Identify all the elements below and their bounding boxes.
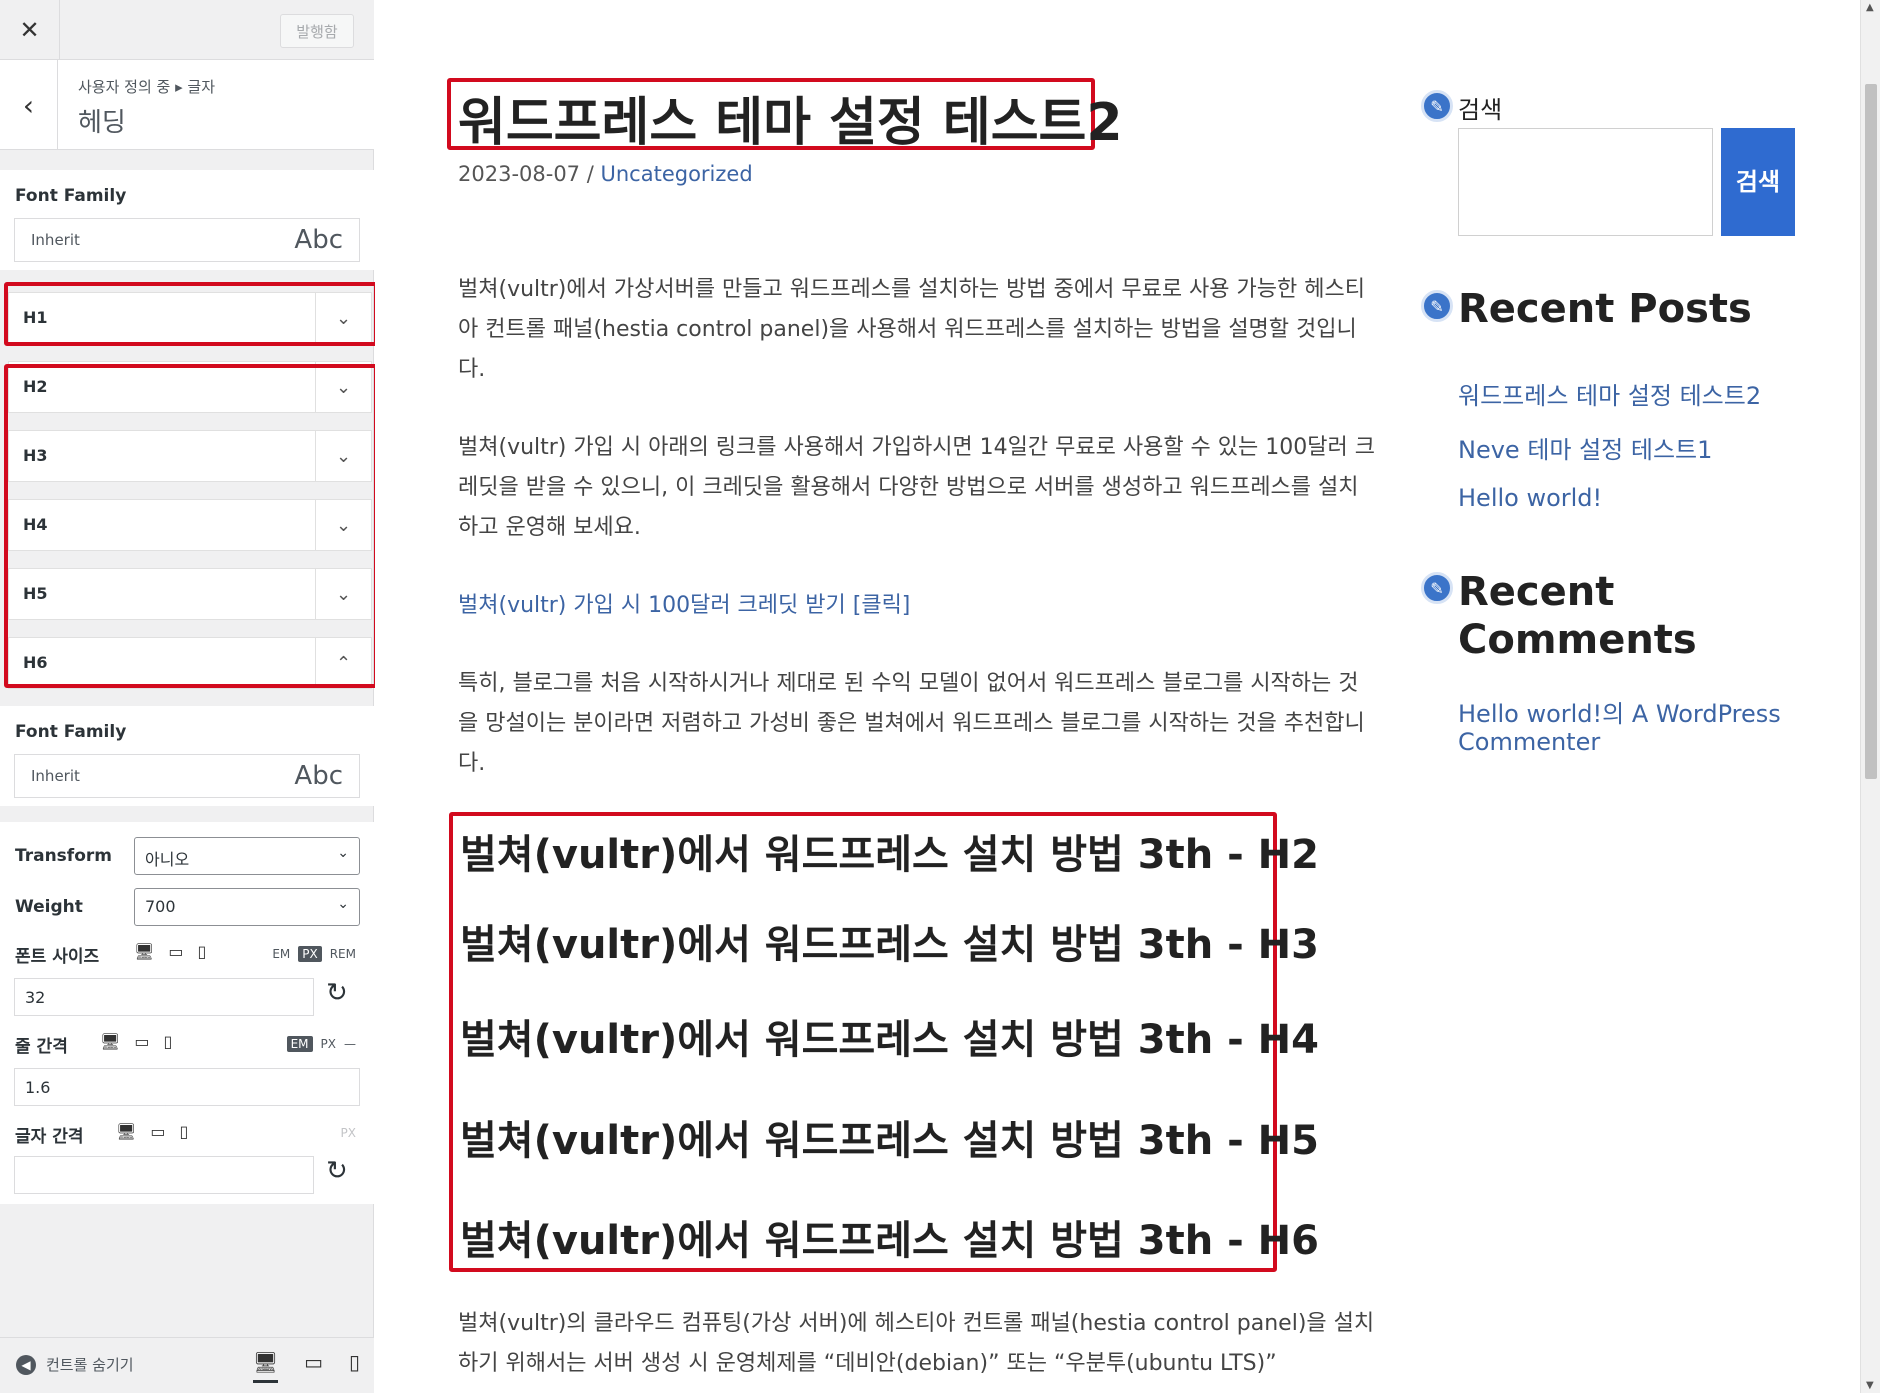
section-title: 헤딩 (78, 108, 126, 138)
collapse-icon: ◀ (16, 1354, 36, 1375)
preview-scrollbar[interactable]: ▲ ▼ (1860, 0, 1880, 1393)
hide-controls-button[interactable]: ◀ 컨트롤 숨기기 (16, 1354, 134, 1375)
heading-h4: 벌쳐(vultr)에서 워드프레스 설치 방법 3th - H4 (460, 1017, 1319, 1063)
chevron-down-icon: ⌄ (337, 896, 349, 912)
pencil-icon[interactable]: ✎ (1421, 90, 1453, 122)
font-size-input[interactable]: 32 (14, 978, 314, 1016)
mobile-icon[interactable]: ▯ (197, 942, 206, 961)
mobile-icon[interactable]: ▯ (163, 1032, 172, 1051)
weight-select[interactable]: 700 ⌄ (134, 888, 360, 926)
scroll-up-icon[interactable]: ▲ (1866, 2, 1874, 13)
hide-controls-label: 컨트롤 숨기기 (46, 1356, 134, 1374)
heading-h2: 벌쳐(vultr)에서 워드프레스 설치 방법 3th - H2 (460, 832, 1319, 878)
search-widget-title: 검색 (1458, 96, 1503, 124)
search-button[interactable]: 검색 (1721, 128, 1795, 236)
breadcrumb: 사용자 정의 중 ▸ 글자 (78, 78, 216, 96)
customizer-footer: ◀ 컨트롤 숨기기 🖥 ▭ ▯ (0, 1337, 374, 1393)
signup-link[interactable]: 벌쳐(vultr) 가입 시 100달러 크레딧 받기 [클릭] (458, 586, 1378, 626)
scroll-down-icon[interactable]: ▼ (1866, 1380, 1874, 1391)
pencil-icon[interactable]: ✎ (1421, 572, 1453, 604)
font-family-label: Font Family (15, 186, 127, 206)
section-header: ‹ 사용자 정의 중 ▸ 글자 헤딩 (0, 60, 374, 150)
recent-post-link[interactable]: Hello world! (1458, 484, 1602, 512)
transform-label: Transform (15, 846, 112, 866)
pencil-icon[interactable]: ✎ (1421, 290, 1453, 322)
paragraph: 벌쳐(vultr)의 클라우드 컴퓨팅(가상 서버)에 헤스티아 컨트롤 패널(… (458, 1311, 1375, 1376)
tablet-icon[interactable]: ▭ (304, 1350, 323, 1383)
post-category-link[interactable]: Uncategorized (601, 162, 753, 186)
unit-em[interactable]: EM (272, 947, 290, 961)
post-title: 워드프레스 테마 설정 테스트2 (458, 93, 1123, 153)
preview-device-switcher: 🖥 ▭ ▯ (252, 1350, 360, 1383)
post-date: 2023-08-07 (458, 162, 581, 186)
font-size-units: EM PX REM (272, 946, 356, 962)
font-family-select[interactable]: Inherit Abc (14, 218, 360, 262)
highlight-box-h1 (4, 282, 378, 346)
unit-em[interactable]: EM (286, 1036, 313, 1052)
weight-value: 700 (145, 897, 176, 916)
font-size-label: 폰트 사이즈 (15, 947, 100, 967)
transform-select[interactable]: 아니오 ⌄ (134, 837, 360, 875)
heading-h6: 벌쳐(vultr)에서 워드프레스 설치 방법 3th - H6 (460, 1218, 1319, 1264)
font-size-devices: 🖥 ▭ ▯ (134, 942, 206, 961)
font-family-value: Inherit (31, 767, 80, 785)
desktop-icon[interactable]: 🖥 (252, 1350, 279, 1383)
line-height-units: EM PX — (286, 1036, 356, 1052)
meta-separator: / (586, 162, 594, 186)
font-family-value: Inherit (31, 231, 80, 249)
font-family-panel-2: Font Family Inherit Abc (0, 706, 374, 806)
recent-post-link[interactable]: 워드프레스 테마 설정 테스트2 (1458, 376, 1761, 411)
line-height-devices: 🖥 ▭ ▯ (100, 1032, 172, 1051)
weight-label: Weight (15, 897, 83, 917)
scrollbar-thumb[interactable] (1865, 84, 1877, 779)
letter-spacing-input[interactable] (14, 1156, 314, 1194)
line-height-label: 줄 간격 (15, 1037, 68, 1057)
heading-h5: 벌쳐(vultr)에서 워드프레스 설치 방법 3th - H5 (460, 1118, 1319, 1164)
site-preview: 워드프레스 테마 설정 테스트2 2023-08-07 / Uncategori… (375, 0, 1880, 1393)
mobile-icon[interactable]: ▯ (179, 1122, 188, 1141)
close-icon[interactable]: ✕ (0, 0, 60, 60)
unit-rem[interactable]: REM (330, 947, 356, 961)
unit-dash: — (344, 1037, 356, 1051)
publish-button[interactable]: 발행함 (280, 14, 354, 48)
chevron-down-icon: ⌄ (337, 845, 349, 861)
font-preview: Abc (294, 761, 343, 791)
font-family-panel: Font Family Inherit Abc (0, 170, 374, 270)
letter-spacing-devices: 🖥 ▭ ▯ (116, 1122, 188, 1141)
desktop-icon[interactable]: 🖥 (134, 942, 154, 961)
recent-comment-link[interactable]: Hello world!의 A WordPress Commenter (1458, 700, 1788, 756)
paragraph: 특히, 블로그를 처음 시작하시거나 제대로 된 수익 모델이 없어서 워드프레… (458, 671, 1365, 776)
desktop-icon[interactable]: 🖥 (100, 1032, 120, 1051)
letter-spacing-units: PX (341, 1126, 356, 1140)
unit-px[interactable]: PX (298, 946, 322, 962)
tablet-icon[interactable]: ▭ (150, 1122, 165, 1141)
tablet-icon[interactable]: ▭ (134, 1032, 149, 1051)
search-input[interactable] (1458, 128, 1713, 236)
paragraph: 벌쳐(vultr) 가입 시 아래의 링크를 사용해서 가입하시면 14일간 무… (458, 435, 1375, 540)
line-height-input[interactable]: 1.6 (14, 1068, 360, 1106)
recent-comments-title: Recent Comments (1458, 569, 1697, 663)
unit-px: PX (340, 1126, 356, 1140)
customizer-sidebar: ✕ 발행함 ‹ 사용자 정의 중 ▸ 글자 헤딩 Font Family Inh… (0, 0, 378, 1393)
recent-post-link[interactable]: Neve 테마 설정 테스트1 (1458, 430, 1712, 465)
letter-spacing-label: 글자 간격 (15, 1127, 84, 1147)
heading-h3: 벌쳐(vultr)에서 워드프레스 설치 방법 3th - H3 (460, 922, 1319, 968)
recent-posts-title: Recent Posts (1458, 286, 1752, 332)
reset-icon[interactable]: ↻ (326, 978, 348, 1008)
font-preview: Abc (294, 225, 343, 255)
paragraph: 벌쳐(vultr)에서 가상서버를 만들고 워드프레스를 설치하는 방법 중에서… (458, 277, 1365, 382)
unit-px[interactable]: PX (321, 1037, 336, 1051)
customizer-header: ✕ 발행함 (0, 0, 374, 60)
highlight-box-h2-h6 (4, 364, 378, 688)
typography-controls: Transform 아니오 ⌄ Weight 700 ⌄ 폰트 사이즈 🖥 ▭ … (0, 822, 374, 1204)
font-family-label: Font Family (15, 722, 127, 742)
tablet-icon[interactable]: ▭ (168, 942, 183, 961)
transform-value: 아니오 (145, 850, 190, 869)
desktop-icon[interactable]: 🖥 (116, 1122, 136, 1141)
back-icon[interactable]: ‹ (0, 60, 58, 150)
font-family-select[interactable]: Inherit Abc (14, 754, 360, 798)
mobile-icon[interactable]: ▯ (349, 1350, 360, 1383)
post-meta: 2023-08-07 / Uncategorized (458, 162, 753, 186)
reset-icon[interactable]: ↻ (326, 1156, 348, 1186)
